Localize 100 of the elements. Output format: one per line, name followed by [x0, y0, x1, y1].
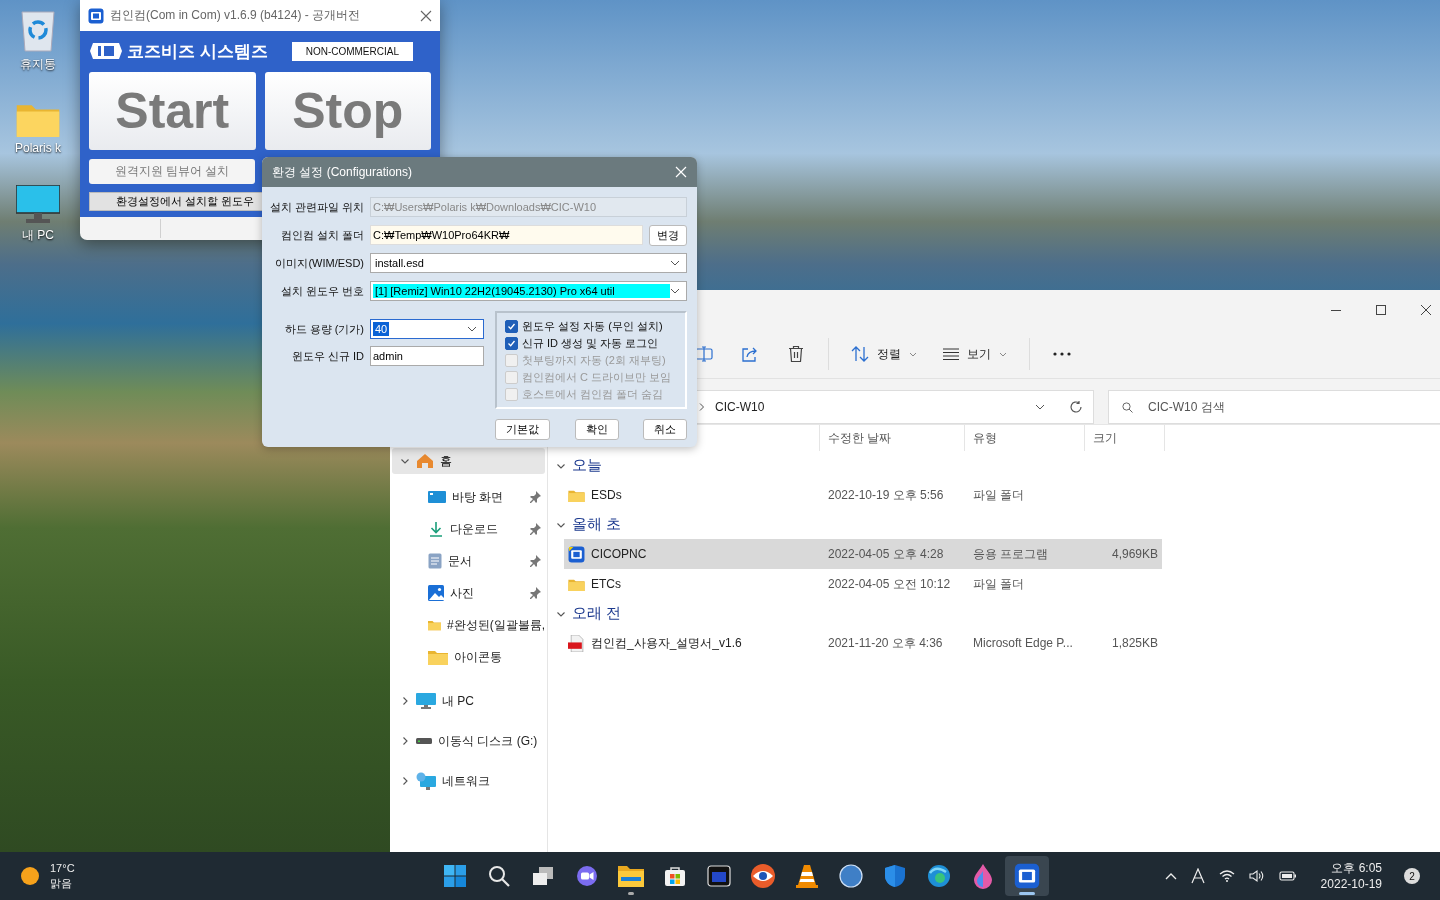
pin-icon[interactable] — [529, 555, 541, 567]
nav-item[interactable]: 홈 — [392, 448, 545, 474]
chevron-right-icon[interactable] — [400, 776, 410, 786]
chevron-right-icon — [699, 403, 705, 411]
input-method-icon[interactable] — [1190, 868, 1205, 884]
pin-icon[interactable] — [529, 587, 541, 599]
big-button[interactable]: Start — [89, 72, 256, 150]
more-icon[interactable] — [1053, 352, 1071, 356]
nav-item[interactable]: 네트워크 — [392, 768, 545, 794]
group-header[interactable]: 오래 전 — [572, 604, 622, 623]
search-field[interactable]: CIC-W10 검색 — [1108, 390, 1440, 424]
folder-icon[interactable] — [618, 865, 644, 887]
column-header[interactable]: 크기 — [1093, 429, 1117, 447]
edge-icon[interactable] — [927, 864, 951, 888]
file-row[interactable]: ESDs 2022-10-19 오후 5:56 파일 폴더 — [564, 480, 1162, 510]
chevron-down-icon[interactable] — [670, 260, 680, 266]
chevron-right-icon[interactable] — [400, 696, 410, 706]
search-icon[interactable] — [487, 864, 511, 888]
nav-item[interactable]: 내 PC — [392, 688, 545, 714]
speaker-icon[interactable] — [1248, 869, 1265, 883]
shield-icon[interactable] — [884, 864, 906, 888]
clock-date[interactable]: 2022-10-19 — [1320, 876, 1382, 892]
text-field[interactable]: C:₩Temp₩W10Pro64KR₩ — [370, 225, 643, 245]
window-title: 컴인컴(Com in Com) v1.6.9 (b4124) - 공개버전 — [110, 7, 362, 24]
network-icon — [416, 772, 436, 790]
battery-icon[interactable] — [1278, 870, 1297, 882]
clock-time[interactable]: 오후 6:05 — [1331, 860, 1382, 876]
pin-icon[interactable] — [529, 491, 541, 503]
file-row[interactable]: 컴인컴_사용자_설명서_v1.6 2021-11-20 오후 4:36 Microsoft Edge P... 1,825KB — [564, 628, 1162, 658]
checkbox-label[interactable]: 윈도우 설정 자동 (무인 설치) — [522, 318, 663, 334]
big-button[interactable]: Stop — [264, 72, 431, 150]
nav-item[interactable]: #완성된(일괄볼륨, — [392, 612, 545, 638]
chevron-up-icon[interactable] — [1164, 872, 1177, 880]
chevron-down-icon — [999, 351, 1007, 357]
view-button[interactable]: 보기 — [935, 338, 1015, 370]
nav-item[interactable]: 바탕 화면 — [392, 484, 545, 510]
chevron-down-icon[interactable] — [467, 326, 477, 332]
table-cell: 4,969KB — [1111, 547, 1158, 561]
nav-item[interactable]: 문서 — [392, 548, 545, 574]
store-bag-icon[interactable] — [663, 864, 687, 888]
nav-item[interactable]: 아이콘통 — [392, 644, 545, 670]
file-row[interactable]: CICOPNC 2022-04-05 오후 4:28 응용 프로그램 4,969KB — [564, 539, 1162, 569]
download-icon — [428, 521, 444, 537]
chevron-down-icon[interactable] — [400, 456, 410, 466]
desktop-icon-label[interactable]: 내 PC — [22, 227, 54, 244]
maximize-icon[interactable] — [1376, 305, 1386, 315]
chat-icon[interactable] — [575, 864, 599, 888]
chevron-right-icon[interactable] — [400, 736, 410, 746]
nav-item[interactable]: 이동식 디스크 (G:) — [392, 728, 545, 754]
weather-condition[interactable]: 맑음 — [50, 876, 75, 891]
refresh-icon[interactable] — [1069, 400, 1083, 414]
dialog-button[interactable]: 기본값 — [495, 419, 550, 440]
temperature[interactable]: 17°C — [50, 861, 75, 876]
address-path[interactable]: CIC-W10 — [715, 400, 1025, 414]
taskbar-button[interactable] — [1005, 856, 1049, 896]
recycle-bin-icon[interactable] — [19, 8, 57, 52]
windows-logo-icon[interactable] — [443, 864, 467, 888]
task-view-icon[interactable] — [531, 864, 555, 888]
nav-item[interactable]: 다운로드 — [392, 516, 545, 542]
checkbox-label[interactable]: 신규 ID 생성 및 자동 로그인 — [522, 335, 659, 351]
sun-icon[interactable] — [20, 866, 40, 886]
column-header[interactable]: 유형 — [973, 429, 997, 447]
dialog-button[interactable]: 취소 — [643, 419, 687, 440]
group-header[interactable]: 올해 초 — [572, 515, 622, 534]
wifi-icon[interactable] — [1218, 870, 1235, 882]
search-icon — [1122, 402, 1133, 413]
share-icon[interactable] — [741, 345, 759, 363]
change-button[interactable]: 변경 — [649, 224, 687, 246]
chevron-down-icon[interactable] — [1035, 404, 1045, 410]
pin-icon[interactable] — [529, 523, 541, 535]
group-header[interactable]: 오늘 — [572, 456, 602, 475]
nav-item[interactable]: 사진 — [392, 580, 545, 606]
app-logo-icon[interactable] — [1014, 863, 1040, 889]
monitor-icon[interactable] — [16, 185, 60, 223]
minimize-icon[interactable] — [1331, 309, 1341, 311]
circle-logo-icon[interactable] — [839, 864, 863, 888]
dialog-button[interactable]: 확인 — [574, 419, 619, 440]
teamviewer-install-button[interactable]: 원격지원 팀뷰어 설치 — [89, 159, 255, 184]
eye-icon[interactable] — [750, 863, 776, 889]
close-icon[interactable] — [1421, 305, 1431, 315]
monitor-icon — [416, 693, 436, 709]
sort-button[interactable]: 정렬 — [843, 338, 925, 370]
checkbox[interactable] — [505, 319, 518, 333]
column-header[interactable]: 수정한 날짜 — [828, 429, 892, 447]
dropdown[interactable]: [1] [Remiz] Win10 22H2(19045.2130) Pro x64 util — [370, 281, 687, 301]
checkbox[interactable] — [505, 336, 518, 350]
file-row[interactable]: ETCs 2022-04-05 오전 10:12 파일 폴더 — [564, 569, 1162, 599]
rename-icon[interactable] — [695, 345, 713, 363]
notification-count[interactable]: 2 — [1404, 868, 1420, 884]
traffic-cone-icon[interactable] — [795, 863, 819, 889]
dropdown[interactable]: 40 — [370, 319, 484, 339]
text-field[interactable]: admin — [370, 346, 484, 366]
field-label: 하드 용량 (기가) — [283, 321, 364, 337]
close-icon[interactable] — [420, 9, 432, 22]
dark-square-icon[interactable] — [707, 864, 731, 888]
trash-icon[interactable] — [788, 345, 804, 363]
chevron-down-icon[interactable] — [670, 288, 680, 294]
field-label: 윈도우 신규 ID — [290, 348, 364, 364]
dropdown[interactable]: install.esd — [370, 253, 687, 273]
drop-icon[interactable] — [972, 863, 994, 889]
